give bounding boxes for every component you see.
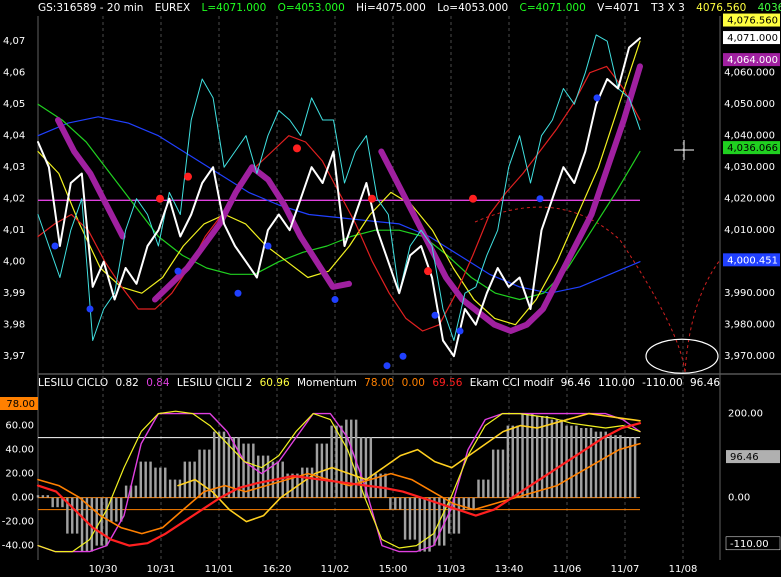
swing-low-dot	[331, 296, 339, 304]
y-tick-label-left: 3,98	[3, 320, 25, 331]
cycle-target-ellipse	[645, 338, 719, 374]
swing-high-dot	[368, 194, 376, 203]
price-tag-label: 4,036.066	[727, 143, 778, 154]
swing-high-dot	[469, 194, 477, 203]
ind-red-momentum	[36, 422, 642, 547]
swing-high-dot	[156, 194, 164, 203]
price-tag-label: 4,064.000	[727, 55, 778, 66]
swing-low-dot	[399, 352, 407, 360]
swing-low-dot	[536, 195, 544, 203]
swing-low-dot	[264, 242, 272, 250]
y-tick-label-left: 3,99	[3, 288, 25, 299]
x-tick-label: 16:20	[263, 564, 292, 575]
swing-low-dot	[86, 305, 94, 313]
swing-low-dot	[234, 289, 242, 297]
y-tick-label-left: 4,06	[3, 68, 25, 79]
price-tag-label: 4,071.000	[727, 33, 778, 44]
swing-low-dot	[431, 311, 439, 319]
x-tick-label: 11/07	[611, 564, 640, 575]
x-tick-label: 11/01	[205, 564, 234, 575]
y-tick-label-left: 3,97	[3, 351, 25, 362]
swing-high-dot	[184, 172, 192, 181]
swing-low-dot	[593, 94, 601, 102]
ind-y-tick-left: -20.00	[2, 517, 34, 528]
ind-y-tick-left: 20.00	[5, 469, 34, 480]
y-tick-label-right: 4,050.000	[724, 99, 775, 110]
ind-right-tag-neg-label: -110.00	[730, 539, 769, 550]
y-tick-label-right: 3,980.000	[724, 320, 775, 331]
x-tick-label: 11/06	[553, 564, 582, 575]
swing-high-dot	[293, 144, 301, 153]
y-tick-label-right: 4,040.000	[724, 131, 775, 142]
x-tick-label: 11/03	[437, 564, 466, 575]
y-tick-label-right: 4,010.000	[724, 225, 775, 236]
y-tick-label-left: 4,00	[3, 257, 25, 268]
swing-low-dot	[456, 327, 464, 335]
y-tick-label-right: 4,020.000	[724, 194, 775, 205]
price-tag-label: 4,000.451	[727, 255, 778, 266]
ind-y-tick-right: 200.00	[728, 409, 763, 420]
y-tick-label-right: 3,970.000	[724, 351, 775, 362]
x-tick-label: 10/31	[147, 564, 176, 575]
ind-orange-momentum	[37, 442, 641, 535]
y-tick-label-left: 4,01	[3, 225, 25, 236]
swing-low-dot	[383, 362, 391, 370]
ind-y-tick-left: 0.00	[12, 493, 34, 504]
x-tick-label: 11/08	[669, 564, 698, 575]
chart-window: GS:316589 - 20 min EUREX L=4071.000 O=40…	[0, 0, 781, 577]
x-tick-label: 11/02	[321, 564, 350, 575]
yellow-ma-line	[37, 40, 641, 326]
price-tag-label: 4,076.560	[727, 16, 778, 27]
x-tick-label: 15:00	[379, 564, 408, 575]
swing-high-dot	[424, 267, 432, 276]
y-tick-label-left: 4,07	[3, 36, 25, 47]
y-tick-label-right: 4,060.000	[724, 68, 775, 79]
swing-low-dot	[174, 267, 182, 275]
ind-y-tick-left: 40.00	[5, 445, 34, 456]
x-tick-label: 10/30	[89, 564, 118, 575]
y-tick-label-right: 4,030.000	[724, 162, 775, 173]
swing-low-dot	[51, 242, 59, 250]
ind-y-tick-right: 0.00	[728, 493, 750, 504]
y-tick-label-left: 4,04	[3, 131, 25, 142]
y-tick-label-left: 4,05	[3, 99, 25, 110]
chart-canvas[interactable]: 10/30 10/31 11/01 16:20 11/02 15:00 11/03 13:40…	[0, 0, 781, 577]
y-tick-label-left: 4,02	[3, 194, 25, 205]
ind-left-tag-label: 78.00	[6, 399, 35, 410]
y-tick-label-left: 4,03	[3, 162, 25, 173]
projection-arc-right	[684, 259, 721, 373]
ind-right-tag-label: 96.46	[730, 452, 759, 463]
ind-y-tick-left: -40.00	[2, 541, 34, 552]
y-tick-label-right: 3,990.000	[724, 288, 775, 299]
x-tick-label: 13:40	[495, 564, 524, 575]
ind-y-tick-left: 60.00	[5, 421, 34, 432]
